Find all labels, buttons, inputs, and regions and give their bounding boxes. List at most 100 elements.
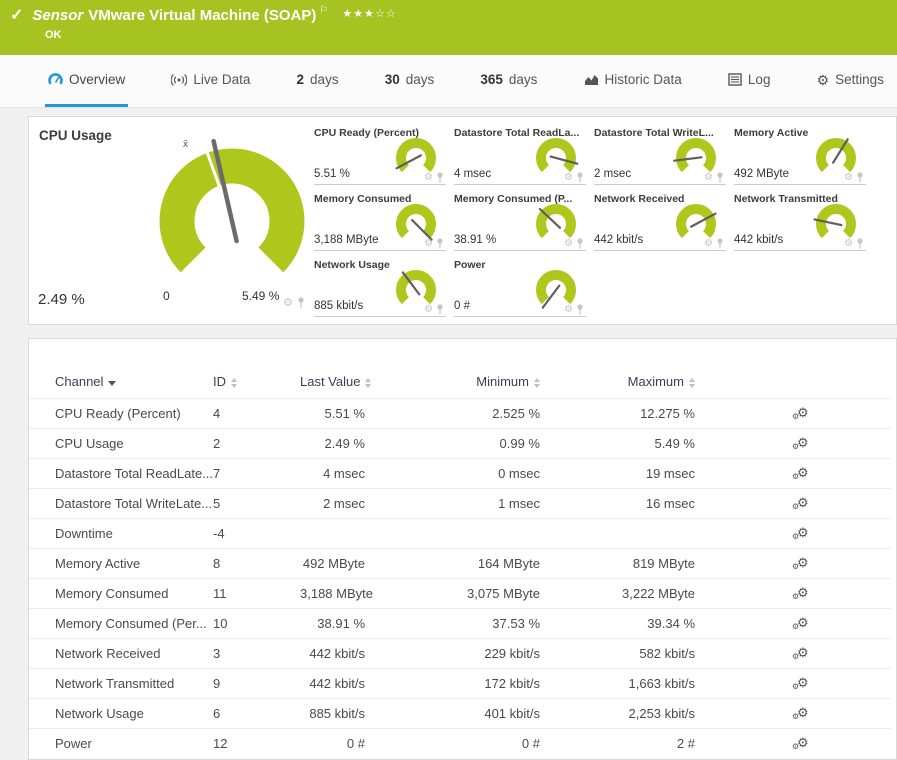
pin-icon[interactable]: [436, 238, 444, 249]
channel-maximum: 819 MByte: [550, 548, 705, 579]
tab-live-data[interactable]: Live Data: [168, 55, 253, 107]
channel-settings-icon[interactable]: ⚙ ⚙: [792, 525, 809, 541]
table-row: Network Received 3 442 kbit/s 229 kbit/s 582…: [29, 638, 891, 669]
chart-icon: [584, 73, 599, 86]
column-header-id[interactable]: ID: [213, 369, 300, 399]
channel-last-value: 5.51 %: [300, 398, 395, 429]
sort-both-icon: [231, 377, 237, 388]
column-header-channel[interactable]: Channel: [29, 369, 213, 399]
pin-icon[interactable]: [436, 172, 444, 183]
column-header-last-value[interactable]: Last Value: [300, 369, 395, 399]
pin-icon[interactable]: [716, 172, 724, 183]
channel-settings-icon[interactable]: ⚙ ⚙: [792, 405, 809, 421]
channel-last-value: 2 msec: [300, 488, 395, 519]
flag-icon[interactable]: ⚐: [319, 5, 328, 16]
channel-settings-icon[interactable]: ⚙ ⚙: [792, 465, 809, 481]
column-label: Last Value: [300, 374, 361, 389]
channel-maximum: 3,222 MByte: [550, 578, 705, 609]
tab-historic-data[interactable]: Historic Data: [581, 55, 685, 107]
pin-icon[interactable]: [856, 238, 864, 249]
tab-label: days: [508, 72, 538, 87]
pin-icon[interactable]: [436, 304, 444, 315]
mini-gauge-value: 492 MByte: [734, 168, 789, 180]
gear-icon[interactable]: ⚙: [704, 172, 713, 183]
channel-settings-icon[interactable]: ⚙ ⚙: [792, 585, 809, 601]
pin-icon[interactable]: [716, 238, 724, 249]
pin-icon[interactable]: [576, 304, 584, 315]
tab-label: days: [310, 72, 339, 87]
sensor-header: ✓ Sensor VMware Virtual Machine (SOAP) ⚐…: [0, 0, 897, 55]
channel-name: Network Received: [29, 638, 213, 669]
channel-name: Memory Consumed: [29, 578, 213, 609]
table-header-row: Channel ID Last Value Minimum Maximum: [29, 369, 891, 399]
tab-365-days[interactable]: 365 days: [477, 55, 540, 107]
mini-gauge-actions: ⚙: [424, 172, 444, 183]
tab-log[interactable]: Log: [725, 55, 774, 107]
column-label: ID: [213, 374, 226, 389]
channel-maximum: 39.34 %: [550, 608, 705, 639]
channel-last-value: 2.49 %: [300, 428, 395, 459]
gear-icon[interactable]: ⚙: [844, 238, 853, 249]
channel-settings-icon[interactable]: ⚙ ⚙: [792, 495, 809, 511]
sort-both-icon: [689, 377, 695, 388]
pin-icon[interactable]: [297, 297, 305, 308]
pin-icon[interactable]: [856, 172, 864, 183]
channel-settings-icon[interactable]: ⚙ ⚙: [792, 735, 809, 751]
channel-name: Power: [29, 728, 213, 758]
sensor-kind-label: Sensor: [32, 7, 84, 24]
gear-icon[interactable]: ⚙: [424, 304, 433, 315]
channel-minimum: [395, 518, 550, 549]
mini-gauge-actions: ⚙: [564, 304, 584, 315]
gear-icon[interactable]: ⚙: [424, 172, 433, 183]
gear-icon[interactable]: ⚙: [424, 238, 433, 249]
mini-gauge-cell: Power 0 # ⚙: [454, 259, 586, 317]
big-gauge-title: CPU Usage: [39, 128, 112, 143]
pin-icon[interactable]: [576, 238, 584, 249]
channel-settings-icon[interactable]: ⚙ ⚙: [792, 705, 809, 721]
tab-overview[interactable]: Overview: [45, 55, 129, 107]
tab-2-days[interactable]: 2 days: [294, 55, 342, 107]
column-header-maximum[interactable]: Maximum: [550, 369, 705, 399]
channel-id: 8: [213, 548, 300, 579]
channel-maximum: 5.49 %: [550, 428, 705, 459]
mini-gauge-value: 0 #: [454, 300, 470, 312]
table-row: Memory Consumed (Per... 10 38.91 % 37.53 % 3…: [29, 608, 891, 639]
channels-table: Channel ID Last Value Minimum Maximum CPU Re…: [29, 369, 891, 758]
channel-name: CPU Usage: [29, 428, 213, 459]
channel-settings-icon[interactable]: ⚙ ⚙: [792, 675, 809, 691]
tab-bar: Overview Live Data 2 days 30 days 365 days Histo…: [0, 55, 897, 108]
channel-name: Network Usage: [29, 698, 213, 729]
mini-gauge-cell: Datastore Total ReadLa... 4 msec ⚙: [454, 127, 586, 185]
channel-settings-icon[interactable]: ⚙ ⚙: [792, 555, 809, 571]
channel-last-value: 38.91 %: [300, 608, 395, 639]
channel-maximum: 19 msec: [550, 458, 705, 489]
mini-gauge-cell: Network Usage 885 kbit/s ⚙: [314, 259, 446, 317]
channels-panel: Channel ID Last Value Minimum Maximum CPU Re…: [28, 338, 897, 760]
column-header-minimum[interactable]: Minimum: [395, 369, 550, 399]
gear-icon[interactable]: ⚙: [844, 172, 853, 183]
pin-icon[interactable]: [576, 172, 584, 183]
tab-settings[interactable]: ⚙ Settings: [814, 55, 887, 107]
mini-gauge-actions: ⚙: [704, 238, 724, 249]
sort-both-icon: [365, 377, 372, 388]
gear-icon[interactable]: ⚙: [704, 238, 713, 249]
channel-settings-icon[interactable]: ⚙ ⚙: [792, 645, 809, 661]
mini-gauge-actions: ⚙: [564, 238, 584, 249]
mini-gauge-actions: ⚙: [844, 238, 864, 249]
tab-30-days[interactable]: 30 days: [382, 55, 438, 107]
channel-maximum: 582 kbit/s: [550, 638, 705, 669]
channel-settings-icon[interactable]: ⚙ ⚙: [792, 615, 809, 631]
tab-number: 30: [384, 72, 400, 87]
gear-icon[interactable]: ⚙: [283, 296, 293, 309]
channel-minimum: 37.53 %: [395, 608, 550, 639]
gear-icon[interactable]: ⚙: [564, 172, 573, 183]
tab-label: Overview: [69, 72, 126, 87]
gear-icon[interactable]: ⚙: [564, 238, 573, 249]
gear-icon[interactable]: ⚙: [564, 304, 573, 315]
table-row: CPU Usage 2 2.49 % 0.99 % 5.49 % ⚙ ⚙: [29, 428, 891, 459]
tab-number: 2: [296, 72, 305, 87]
mini-gauge-value: 4 msec: [454, 168, 492, 180]
priority-stars[interactable]: ★★★☆☆: [342, 7, 396, 21]
channel-settings-icon[interactable]: ⚙ ⚙: [792, 435, 809, 451]
mini-gauge-actions: ⚙: [424, 304, 444, 315]
